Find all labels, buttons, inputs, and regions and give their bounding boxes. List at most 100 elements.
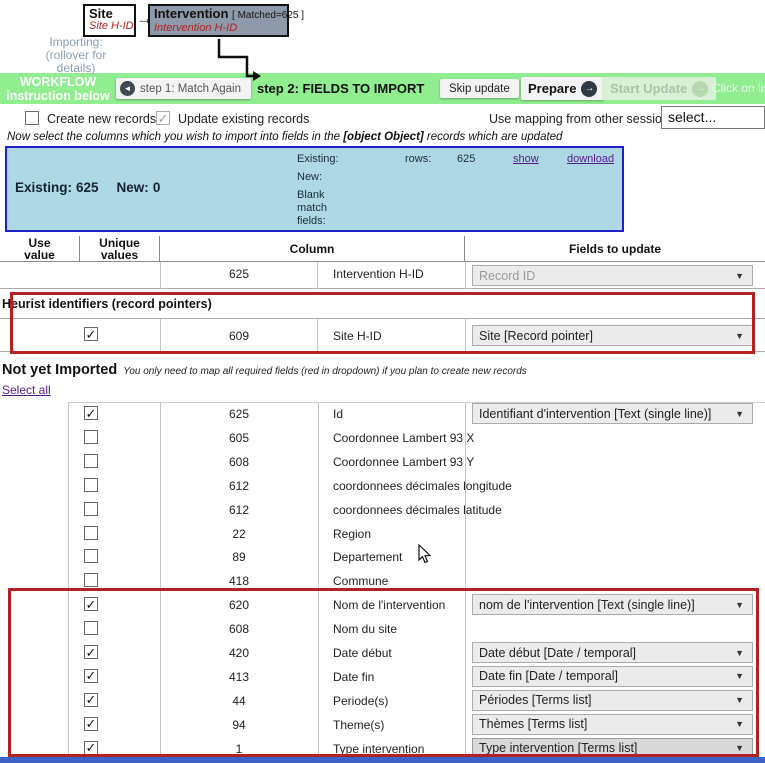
summary-new-row-label: New: xyxy=(297,171,322,184)
row-use-checkbox[interactable]: ✓ xyxy=(84,741,98,755)
create-new-records-checkbox[interactable] xyxy=(25,111,39,125)
skip-update-button[interactable]: Skip update xyxy=(440,79,519,98)
import-row: ✓ 420 Date début Date début [Date / tempora… xyxy=(0,641,765,665)
row-field-selected-value: Identifiant d'intervention [Text (single… xyxy=(479,407,711,421)
row-use-checkbox[interactable]: ✓ xyxy=(84,693,98,707)
row-use-checkbox[interactable] xyxy=(84,573,98,587)
row-use-checkbox[interactable] xyxy=(84,549,98,563)
row-use-checkbox[interactable]: ✓ xyxy=(84,645,98,659)
row-unique-count: 612 xyxy=(160,479,318,493)
site-entity-box[interactable]: Site Site H-ID xyxy=(83,4,136,37)
chevron-down-icon: ▼ xyxy=(735,600,744,610)
row-field-dropdown[interactable]: Identifiant d'intervention [Text (single… xyxy=(472,403,753,424)
import-row: 608Coordonnee Lambert 93 Y xyxy=(0,450,765,474)
row-use-checkbox[interactable]: ✓ xyxy=(84,717,98,731)
import-row: ✓625IdIdentifiant d'intervention [Text (… xyxy=(0,402,765,426)
row-column-name: Id xyxy=(333,407,343,421)
chevron-down-icon: ▼ xyxy=(735,409,744,419)
row-use-checkbox[interactable] xyxy=(84,478,98,492)
row-column-name: Type intervention xyxy=(333,742,424,756)
header-column: Column xyxy=(290,243,335,255)
row-column-name: Site H-ID xyxy=(333,329,382,343)
summary-existing-row-label: Existing: xyxy=(297,153,339,166)
import-row: ✓620Nom de l'interventionnom de l'interv… xyxy=(0,593,765,617)
row-column-name: Commune xyxy=(333,574,388,588)
row-use-checkbox[interactable] xyxy=(84,430,98,444)
row-field-dropdown[interactable]: Date fin [Date / temporal]▼ xyxy=(472,666,753,687)
import-row: 605 Coordonnee Lambert 93 X xyxy=(0,426,765,450)
row-field-selected-value: Type intervention [Terms list] xyxy=(479,741,637,755)
intervention-entity-box[interactable]: Intervention [ Matched=625 ] Interventio… xyxy=(148,4,289,37)
session-mapping-selected-value: select... xyxy=(668,109,716,125)
chevron-down-icon: ▼ xyxy=(735,695,744,705)
row-use-checkbox[interactable]: ✓ xyxy=(84,327,98,341)
summary-blank-label: Blank match fields: xyxy=(297,189,343,228)
not-yet-imported-note: You only need to map all required fields… xyxy=(123,366,527,377)
row-use-checkbox[interactable] xyxy=(84,621,98,635)
row-unique-count: 612 xyxy=(160,503,318,517)
row-column-name: Coordonnee Lambert 93 Y xyxy=(333,455,474,469)
forward-arrow-icon: → xyxy=(692,81,708,97)
row-field-dropdown[interactable]: nom de l'intervention [Text (single line… xyxy=(472,594,753,615)
start-update-button-disabled[interactable]: Start Update → xyxy=(602,77,716,100)
row-unique-count: 420 xyxy=(160,646,318,660)
mapping-table-header: Use value Unique values Column Fields to… xyxy=(0,236,765,262)
rows-label: rows: xyxy=(405,153,431,166)
row-use-checkbox[interactable] xyxy=(84,454,98,468)
matched-count-badge: [ Matched=625 ] xyxy=(232,10,304,21)
rows-count: 625 xyxy=(457,153,475,166)
row-column-name: Nom de l'intervention xyxy=(333,598,445,612)
row-column-name: Date fin xyxy=(333,670,374,684)
import-row: 612 coordonnees décimales latitude xyxy=(0,498,765,522)
row-use-checkbox[interactable]: ✓ xyxy=(84,669,98,683)
prepare-button[interactable]: Prepare → xyxy=(521,77,604,100)
bottom-blue-bar xyxy=(0,757,765,763)
row-use-checkbox[interactable] xyxy=(84,526,98,540)
import-row: ✓44Periode(s)Périodes [Terms list]▼ xyxy=(0,689,765,713)
site-entity-subtitle: Site H-ID xyxy=(89,20,134,32)
matched-id-row: 625 Intervention H-ID Record ID▼ xyxy=(0,262,765,289)
row-column-name: Coordonnee Lambert 93 X xyxy=(333,431,474,445)
row-column-name: coordonnees décimales longitude xyxy=(333,479,512,493)
show-link[interactable]: show xyxy=(513,153,539,166)
chevron-down-icon: ▼ xyxy=(735,719,744,729)
import-row: 89 Departement xyxy=(0,545,765,569)
header-unique-values: Unique values xyxy=(95,237,145,261)
import-summary-panel: Existing:625New:0 Existing: New: Blank m… xyxy=(5,146,624,232)
row-field-dropdown[interactable]: Date début [Date / temporal]▼ xyxy=(472,642,753,663)
not-yet-imported-table: ✓625IdIdentifiant d'intervention [Text (… xyxy=(0,402,765,758)
row-column-name: coordonnees décimales latitude xyxy=(333,503,502,517)
site-pointer-dropdown[interactable]: Site [Record pointer]▼ xyxy=(472,325,753,346)
intervention-entity-title: Intervention [ Matched=625 ] xyxy=(154,7,287,22)
record-id-dropdown[interactable]: Record ID▼ xyxy=(472,265,753,286)
session-mapping-select[interactable]: select... xyxy=(661,106,765,129)
row-column-name: Date début xyxy=(333,646,392,660)
heurist-identifiers-title: Heurist identifiers (record pointers) xyxy=(2,297,212,311)
row-field-selected-value: Date début [Date / temporal] xyxy=(479,646,636,660)
select-all-link[interactable]: Select all xyxy=(2,383,51,397)
row-use-checkbox[interactable]: ✓ xyxy=(84,406,98,420)
row-column-name: Departement xyxy=(333,550,402,564)
intervention-entity-subtitle: Intervention H-ID xyxy=(154,22,287,34)
row-unique-count: 605 xyxy=(160,431,318,445)
new-count: 0 xyxy=(153,180,161,195)
row-column-name: Periode(s) xyxy=(333,694,388,708)
row-unique-count: 89 xyxy=(160,550,318,564)
download-link[interactable]: download xyxy=(567,153,614,166)
row-use-checkbox[interactable] xyxy=(84,502,98,516)
row-unique-count: 94 xyxy=(160,718,318,732)
row-field-dropdown[interactable]: Type intervention [Terms list] ▼ xyxy=(472,738,753,759)
row-unique-count: 608 xyxy=(160,622,318,636)
row-field-dropdown[interactable]: Périodes [Terms list]▼ xyxy=(472,690,753,711)
forward-arrow-icon: → xyxy=(581,81,597,97)
importing-note-line: details) xyxy=(30,62,122,75)
step1-match-again-button[interactable]: ◄ step 1: Match Again xyxy=(116,78,251,99)
update-existing-records-checkbox[interactable]: ✓ xyxy=(156,111,170,125)
row-field-selected-value: Date fin [Date / temporal] xyxy=(479,669,618,683)
row-column-name: Intervention H-ID xyxy=(333,267,424,281)
row-field-dropdown[interactable]: Thèmes [Terms list]▼ xyxy=(472,714,753,735)
row-use-checkbox[interactable]: ✓ xyxy=(84,597,98,611)
header-fields-to-update: Fields to update xyxy=(569,243,661,255)
chevron-down-icon: ▼ xyxy=(735,743,744,753)
chevron-down-icon: ▼ xyxy=(735,331,744,341)
